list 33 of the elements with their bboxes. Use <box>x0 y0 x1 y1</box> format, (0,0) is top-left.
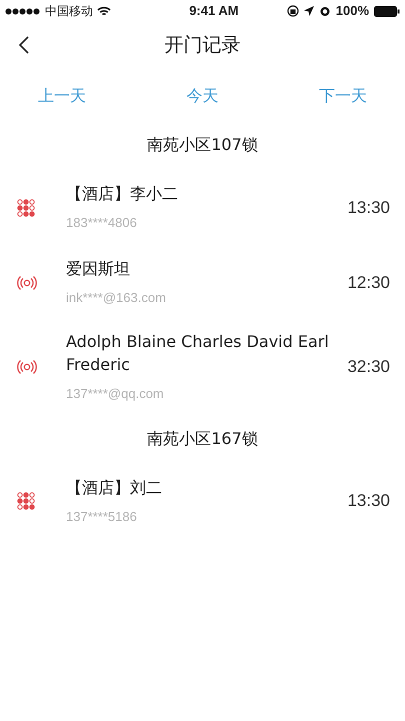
status-time: 9:41 AM <box>189 2 239 20</box>
battery-percent: 100% <box>336 2 369 20</box>
keypad-icon <box>17 198 35 216</box>
page-title: 开门记录 <box>164 32 240 58</box>
lock-heading: 南苑小区107锁 <box>146 134 259 156</box>
record-row[interactable]: Adolph Blaine Charles David Earl Frederic 137****@qq.com 32:30 <box>0 320 405 414</box>
person-name: Adolph Blaine Charles David Earl Frederic <box>66 331 330 376</box>
signal-icon <box>5 8 41 14</box>
open-time: 12:30 <box>347 272 390 294</box>
location-arrow-icon <box>304 6 314 16</box>
open-time: 32:30 <box>347 356 390 378</box>
account-text: 137****5186 <box>66 508 138 526</box>
rotation-lock-icon <box>286 5 299 17</box>
lock-heading: 南苑小区167锁 <box>146 428 259 450</box>
account-text: 137****@qq.com <box>66 385 165 403</box>
open-time: 13:30 <box>347 196 390 219</box>
person-name: 【酒店】刘二 <box>66 476 163 499</box>
signal-waves-icon <box>17 274 37 290</box>
wifi-icon <box>97 6 111 16</box>
carrier-name: 中国移动 <box>45 3 93 20</box>
signal-waves-icon <box>17 358 37 375</box>
record-row[interactable]: 爱因斯坦 ink****@163.com 12:30 <box>0 245 405 320</box>
account-text: 183****4806 <box>66 214 138 232</box>
person-name: 【酒店】李小二 <box>66 183 179 206</box>
record-row[interactable]: 【酒店】李小二 183****4806 13:30 <box>0 170 405 245</box>
alarm-clock-icon <box>318 5 331 17</box>
keypad-icon <box>17 492 35 510</box>
open-time: 13:30 <box>347 490 390 512</box>
back-icon <box>19 36 29 54</box>
record-row[interactable]: 【酒店】刘二 137****5186 13:30 <box>0 464 405 538</box>
person-name: 爱因斯坦 <box>66 258 131 280</box>
battery-icon <box>374 6 400 16</box>
account-text: ink****@163.com <box>66 289 167 308</box>
